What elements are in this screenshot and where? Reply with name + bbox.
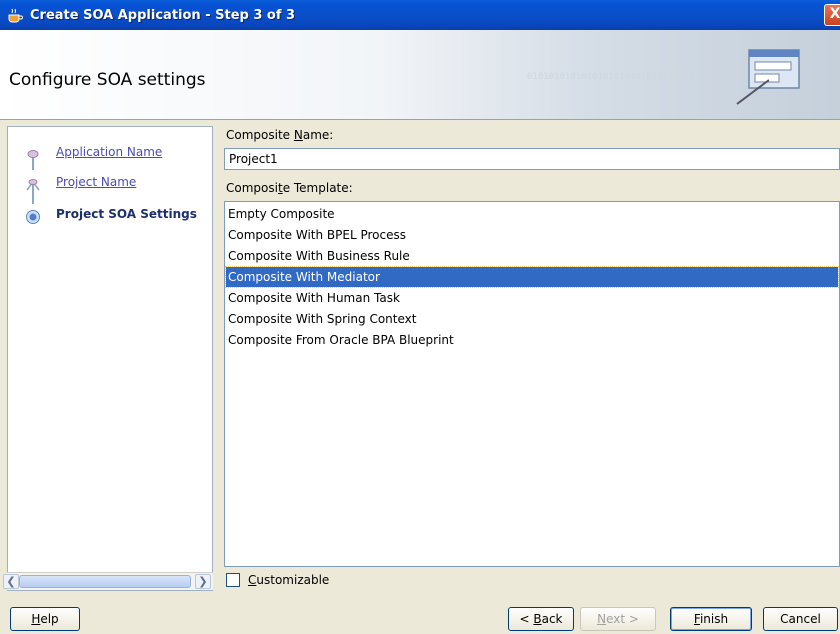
list-item[interactable]: Composite With Human Task xyxy=(226,288,838,308)
close-button[interactable]: X xyxy=(824,4,840,26)
nav-step-project-soa-settings[interactable]: Project SOA Settings xyxy=(8,204,212,226)
customizable-label: Customizable xyxy=(248,573,330,587)
next-button[interactable]: Next > xyxy=(580,607,656,631)
page-title: Configure SOA settings xyxy=(9,70,206,90)
window-title: Create SOA Application - Step 3 of 3 xyxy=(30,7,296,23)
nav-step-label[interactable]: Project Name xyxy=(56,175,136,189)
help-button[interactable]: Help xyxy=(10,607,80,631)
composite-name-label: Composite Name: xyxy=(226,128,334,142)
back-button[interactable]: < Back xyxy=(508,607,574,631)
composite-template-label: Composite Template: xyxy=(226,181,353,195)
list-item[interactable]: Composite With Business Rule xyxy=(226,246,838,266)
step-node-icon xyxy=(26,177,40,191)
binary-watermark: 0101010101010101010101010101010 xyxy=(527,72,695,82)
wizard-window-icon xyxy=(735,48,807,106)
nav-step-application-name[interactable]: Application Name xyxy=(8,142,212,164)
scroll-thumb[interactable] xyxy=(19,575,191,588)
scroll-left-icon[interactable]: ❮ xyxy=(3,574,19,589)
header-banner: Configure SOA settings 01010101010101010… xyxy=(0,30,840,120)
nav-step-label[interactable]: Application Name xyxy=(56,145,162,159)
step-node-icon xyxy=(26,147,40,161)
coffee-cup-icon xyxy=(6,6,24,24)
composite-name-input[interactable] xyxy=(224,148,840,170)
nav-horizontal-scrollbar[interactable]: ❮ ❯ xyxy=(3,572,213,590)
current-step-icon xyxy=(26,209,40,224)
composite-template-list[interactable]: Empty Composite Composite With BPEL Proc… xyxy=(224,201,840,567)
scroll-right-icon[interactable]: ❯ xyxy=(195,574,211,589)
list-item[interactable]: Empty Composite xyxy=(226,204,838,224)
list-item[interactable]: Composite With Spring Context xyxy=(226,309,838,329)
title-bar: Create SOA Application - Step 3 of 3 X xyxy=(0,0,840,30)
list-item[interactable]: Composite With BPEL Process xyxy=(226,225,838,245)
customizable-option[interactable]: Customizable xyxy=(226,573,329,587)
wizard-step-nav: Application Name Project Name Project SO… xyxy=(7,126,213,591)
cancel-button[interactable]: Cancel xyxy=(763,607,838,631)
nav-step-label[interactable]: Project SOA Settings xyxy=(56,207,197,221)
finish-button[interactable]: Finish xyxy=(670,607,752,631)
nav-step-project-name[interactable]: Project Name xyxy=(8,172,212,194)
list-item-selected[interactable]: Composite With Mediator xyxy=(225,266,839,288)
list-item[interactable]: Composite From Oracle BPA Blueprint xyxy=(226,330,838,350)
customizable-checkbox[interactable] xyxy=(226,573,240,587)
